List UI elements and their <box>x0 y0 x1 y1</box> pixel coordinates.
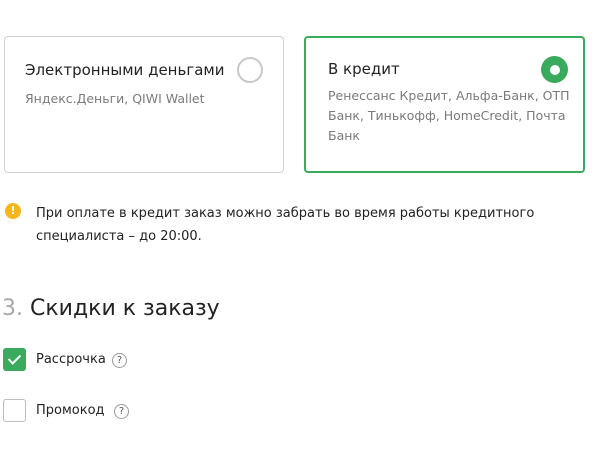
payment-option-credit[interactable]: В кредит Ренессанс Кредит, Альфа-Банк, О… <box>304 36 585 173</box>
promo-code-checkbox[interactable] <box>3 399 26 422</box>
installment-checkbox[interactable] <box>3 348 26 371</box>
installment-label[interactable]: Рассрочка <box>36 352 106 367</box>
section-title-discounts: 3. Скидки к заказу <box>2 296 220 321</box>
credit-info-text: При оплате в кредит заказ можно забрать … <box>36 206 535 244</box>
radio-emoney[interactable] <box>237 57 263 83</box>
help-icon-promo[interactable]: ? <box>114 404 129 419</box>
radio-credit-selected[interactable] <box>541 56 568 83</box>
section-number: 3. <box>2 296 23 321</box>
payment-option-title: В кредит <box>328 60 400 78</box>
info-icon: ! <box>5 203 21 219</box>
section-title-text: Скидки к заказу <box>30 296 220 321</box>
payment-option-title: Электронными деньгами <box>25 61 225 79</box>
promo-code-label[interactable]: Промокод <box>36 403 105 418</box>
help-icon-installment[interactable]: ? <box>112 353 127 368</box>
payment-option-description: Ренессанс Кредит, Альфа-Банк, ОТП Банк, … <box>328 88 570 143</box>
payment-option-emoney[interactable]: Электронными деньгами Яндекс.Деньги, QIW… <box>4 36 284 173</box>
payment-option-description: Яндекс.Деньги, QIWI Wallet <box>25 91 205 106</box>
